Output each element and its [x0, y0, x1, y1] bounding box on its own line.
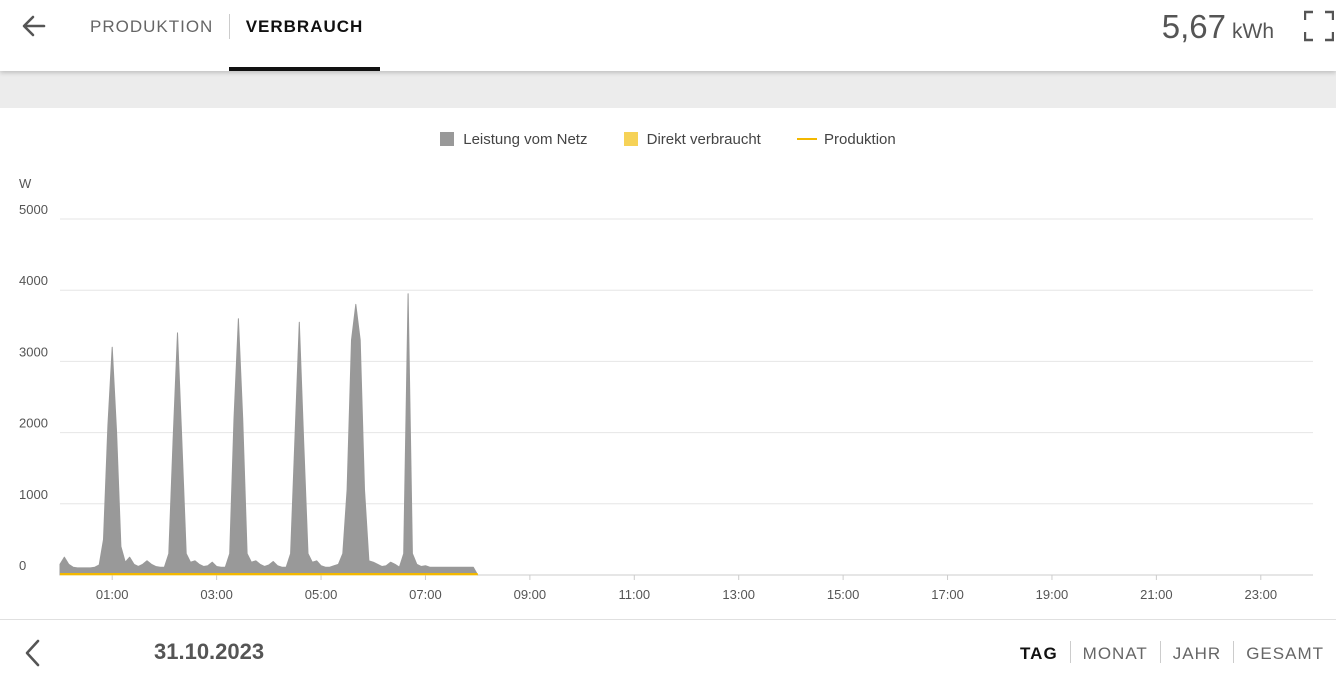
x-tick-label: 05:00: [305, 587, 338, 602]
x-tick-label: 11:00: [619, 587, 651, 602]
x-tick-label: 15:00: [827, 587, 860, 602]
x-tick-label: 21:00: [1140, 587, 1173, 602]
bottom-bar: 31.10.2023 TAG MONAT JAHR GESAMT: [0, 619, 1336, 672]
total-value: 5,67: [1161, 8, 1226, 45]
top-bar: PRODUKTION VERBRAUCH 5,67 kWh: [0, 0, 1336, 71]
x-tick-label: 19:00: [1036, 587, 1069, 602]
consumption-chart: W 0 1000 2000 3000 4000 5000 01:00 03:00 05:00 07:…: [19, 176, 1313, 602]
y-tick-label: 0: [19, 558, 26, 573]
range-monat[interactable]: MONAT: [1071, 644, 1160, 663]
fullscreen-icon[interactable]: [1303, 10, 1335, 42]
x-tick-label: 23:00: [1245, 587, 1278, 602]
range-jahr[interactable]: JAHR: [1161, 644, 1233, 663]
tab-produktion[interactable]: PRODUKTION: [90, 0, 213, 71]
y-tick-label: 1000: [19, 487, 48, 502]
date-label: 31.10.2023: [154, 639, 265, 664]
x-tick-label: 07:00: [409, 587, 442, 602]
range-tag[interactable]: TAG: [1008, 644, 1070, 663]
y-tick-label: 4000: [19, 273, 48, 288]
range-selector: TAG MONAT JAHR GESAMT: [1008, 641, 1324, 664]
x-tick-label: 13:00: [722, 587, 755, 602]
y-tick-label: 5000: [19, 202, 48, 217]
arrow-left-icon[interactable]: [20, 12, 48, 40]
range-gesamt[interactable]: GESAMT: [1234, 644, 1324, 663]
total-unit: kWh: [1232, 20, 1274, 43]
y-tick-label: 2000: [19, 416, 48, 431]
y-tick-label: 3000: [19, 344, 48, 359]
x-tick-label: 03:00: [200, 587, 233, 602]
x-tick-label: 17:00: [931, 587, 964, 602]
series-area-netz: [59, 293, 479, 576]
total-consumption: 5,67 kWh: [1162, 8, 1274, 46]
filter-band: [0, 71, 1336, 108]
tab-verbrauch[interactable]: VERBRAUCH: [229, 0, 380, 71]
x-tick-label: 01:00: [96, 587, 129, 602]
x-tick-label: 09:00: [514, 587, 547, 602]
chevron-left-icon[interactable]: [22, 638, 44, 668]
y-axis-unit: W: [19, 176, 32, 191]
